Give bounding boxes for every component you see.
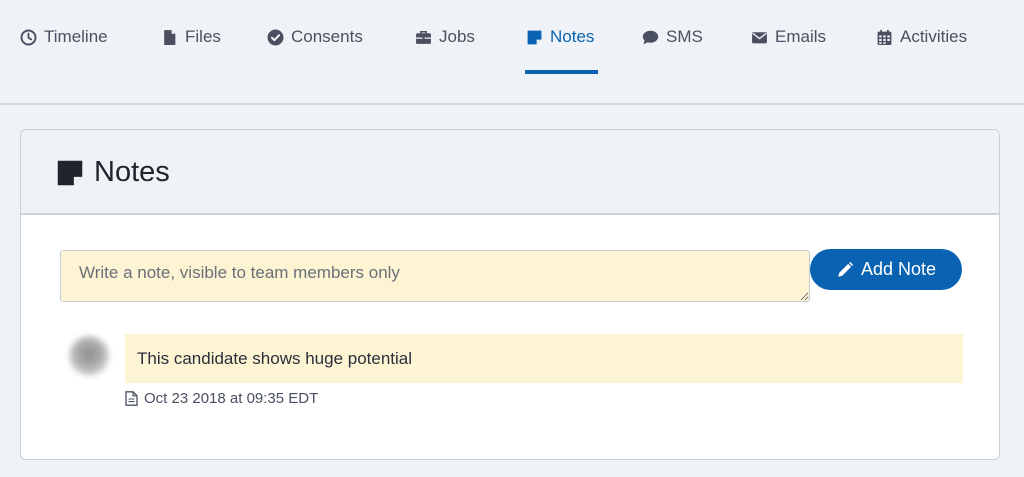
note-input[interactable] — [60, 250, 810, 302]
tab-activities[interactable]: Activities — [876, 26, 967, 48]
tab-label: Notes — [550, 27, 595, 46]
sticky-note-icon — [56, 159, 84, 187]
notes-panel: Notes Add Note This candidate shows huge… — [20, 129, 1000, 460]
notes-panel-header: Notes — [21, 130, 999, 215]
pencil-icon — [836, 261, 854, 279]
note-item: This candidate shows huge potential — [125, 334, 963, 383]
active-tab-indicator — [525, 70, 598, 74]
file-icon — [161, 29, 178, 46]
note-timestamp-text: Oct 23 2018 at 09:35 EDT — [144, 390, 319, 407]
tab-label: Jobs — [439, 27, 475, 46]
tab-files[interactable]: Files — [161, 26, 221, 48]
check-circle-icon — [267, 29, 284, 46]
tab-label: Emails — [775, 27, 827, 46]
chat-bubble-icon — [642, 29, 659, 46]
sticky-note-icon — [526, 29, 543, 46]
calendar-icon — [876, 29, 893, 46]
panel-title: Notes — [56, 156, 170, 189]
tab-label: Consents — [291, 27, 363, 46]
briefcase-icon — [415, 29, 432, 46]
tab-label: Activities — [900, 27, 968, 46]
avatar — [69, 336, 109, 376]
note-timestamp: Oct 23 2018 at 09:35 EDT — [125, 390, 318, 407]
tab-label: SMS — [666, 27, 703, 46]
tab-timeline[interactable]: Timeline — [20, 26, 108, 48]
add-note-button[interactable]: Add Note — [810, 249, 962, 290]
tab-label: Files — [185, 27, 221, 46]
tab-jobs[interactable]: Jobs — [415, 26, 475, 48]
note-text: This candidate shows huge potential — [137, 348, 413, 368]
tab-sms[interactable]: SMS — [642, 26, 703, 48]
clock-icon — [20, 29, 37, 46]
tab-emails[interactable]: Emails — [751, 26, 826, 48]
tab-notes[interactable]: Notes — [526, 26, 594, 48]
document-icon — [125, 391, 138, 406]
tab-label: Timeline — [44, 27, 108, 46]
tab-consents[interactable]: Consents — [267, 26, 363, 48]
envelope-icon — [751, 29, 768, 46]
panel-title-text: Notes — [94, 156, 170, 188]
add-note-label: Add Note — [860, 259, 937, 279]
tab-bar: Timeline Files Consents Jobs Notes SMS E… — [0, 0, 1024, 105]
